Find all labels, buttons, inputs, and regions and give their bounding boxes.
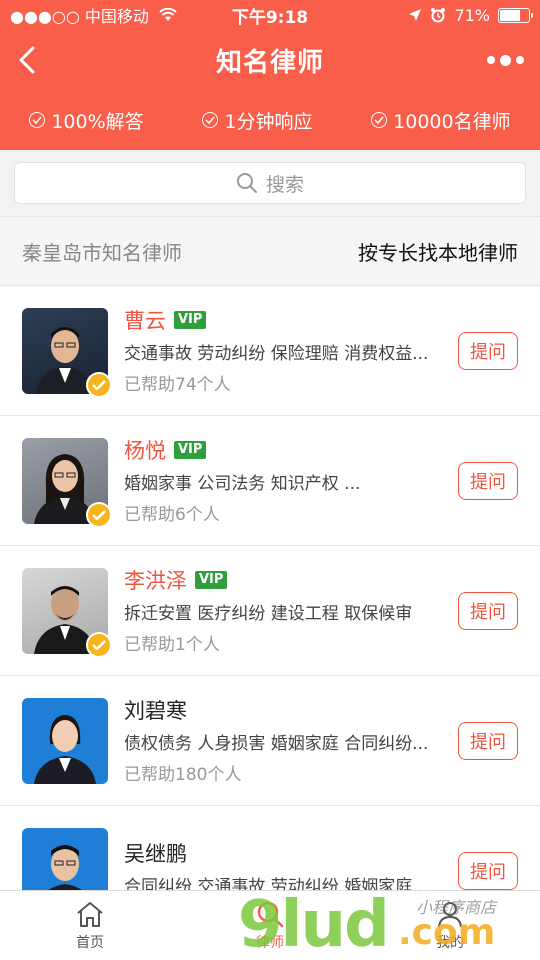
lawyer-list-item[interactable]: 刘碧寒 债权债务 人身损害 婚姻家庭 合同纠纷... 已帮助180个人 提问: [0, 676, 540, 806]
ask-button[interactable]: 提问: [458, 592, 518, 630]
status-bar: ●●●○○ 中国移动 下午9:18 71%: [0, 0, 540, 30]
helped-count: 已帮助74个人: [124, 375, 231, 395]
chevron-left-icon: [19, 46, 35, 74]
vip-badge: VIP: [174, 441, 207, 459]
search-container: 搜索: [0, 150, 540, 216]
battery-fill: [500, 9, 520, 21]
tab-label: 我的: [436, 934, 464, 951]
battery-icon: [498, 7, 533, 23]
home-icon: [77, 901, 103, 927]
more-dot-icon: [516, 56, 524, 64]
name-row: 李洪泽 VIP: [124, 566, 518, 594]
search-icon: [257, 901, 284, 927]
search-icon: [236, 173, 257, 193]
more-dot-icon: [500, 54, 511, 66]
tab-bar: 首页 律师 我的: [0, 890, 540, 960]
badge-lawyer-count: 10000名律师: [371, 107, 511, 134]
section-title: 秦皇岛市知名律师: [22, 240, 182, 265]
check-circle-icon: [371, 112, 388, 128]
ask-button[interactable]: 提问: [458, 852, 518, 890]
badge-answer-rate: 100%解答: [29, 107, 144, 134]
check-circle-icon: [202, 112, 219, 128]
lawyer-name: 刘碧寒: [124, 699, 187, 723]
avatar: [22, 567, 112, 658]
find-by-specialty-link[interactable]: 按专长找本地律师: [358, 237, 518, 266]
lawyer-list: 曹云 VIP 交通事故 劳动纠纷 保险理赔 消费权益... 已帮助74个人 提问…: [0, 286, 540, 936]
lawyer-name: 吴继鹏: [124, 841, 187, 866]
lawyer-name: 曹云: [124, 309, 166, 333]
nav-bar: 知名律师: [0, 30, 540, 90]
name-row: 杨悦 VIP: [124, 436, 518, 464]
tab-label: 首页: [76, 934, 104, 951]
helped-count: 已帮助6个人: [124, 505, 220, 525]
person-icon: [438, 901, 462, 927]
verified-icon: [86, 631, 112, 658]
badge-response: 1分钟响应: [202, 107, 312, 134]
badge-label: 10000名律师: [393, 110, 511, 133]
battery-percent: 71%: [454, 5, 490, 25]
tab-label: 律师: [256, 934, 284, 951]
header: ●●●○○ 中国移动 下午9:18 71% 知名律师 100%解答 1分钟响应 …: [0, 0, 540, 150]
status-right: 71%: [408, 5, 533, 25]
more-button[interactable]: [487, 48, 524, 72]
verified-icon: [86, 501, 112, 528]
avatar: [22, 307, 112, 398]
ask-button[interactable]: 提问: [458, 332, 518, 370]
name-row: 曹云 VIP: [124, 306, 518, 334]
avatar: [22, 697, 108, 784]
search-placeholder: 搜索: [265, 173, 304, 196]
wifi-icon: [159, 8, 177, 22]
location-icon: [409, 9, 422, 21]
lawyer-list-item[interactable]: 曹云 VIP 交通事故 劳动纠纷 保险理赔 消费权益... 已帮助74个人 提问: [0, 286, 540, 416]
carrier-info: ●●●○○ 中国移动: [10, 3, 177, 27]
search-input[interactable]: 搜索: [14, 162, 526, 204]
page-title: 知名律师: [215, 47, 324, 78]
vip-badge: VIP: [195, 571, 228, 589]
lawyer-list-item[interactable]: 杨悦 VIP 婚姻家事 公司法务 知识产权 ... 已帮助6个人 提问: [0, 416, 540, 546]
lawyer-name: 李洪泽: [124, 569, 187, 593]
badge-label: 1分钟响应: [224, 110, 313, 133]
alarm-icon: [431, 8, 446, 23]
lawyer-list-item[interactable]: 李洪泽 VIP 拆迁安置 医疗纠纷 建设工程 取保候审 已帮助1个人 提问: [0, 546, 540, 676]
lawyer-name: 杨悦: [124, 439, 166, 463]
tab-home[interactable]: 首页: [0, 891, 180, 960]
check-circle-icon: [29, 112, 46, 128]
name-row: 刘碧寒: [124, 696, 518, 724]
ask-button[interactable]: 提问: [458, 722, 518, 760]
ask-button[interactable]: 提问: [458, 462, 518, 500]
verified-icon: [86, 371, 112, 398]
vip-badge: VIP: [174, 311, 207, 329]
tab-profile[interactable]: 我的: [360, 891, 540, 960]
helped-count: 已帮助1个人: [124, 635, 220, 655]
section-header: 秦皇岛市知名律师 按专长找本地律师: [0, 216, 540, 286]
back-button[interactable]: [12, 44, 42, 76]
helped-count: 已帮助180个人: [124, 765, 242, 785]
more-dot-icon: [487, 56, 495, 64]
avatar-image: [22, 697, 108, 784]
badge-label: 100%解答: [51, 110, 144, 133]
carrier: ●●●○○ 中国移动: [10, 7, 149, 26]
service-badges: 100%解答 1分钟响应 10000名律师: [0, 90, 540, 150]
avatar: [22, 437, 112, 528]
tab-lawyers[interactable]: 律师: [180, 891, 360, 960]
